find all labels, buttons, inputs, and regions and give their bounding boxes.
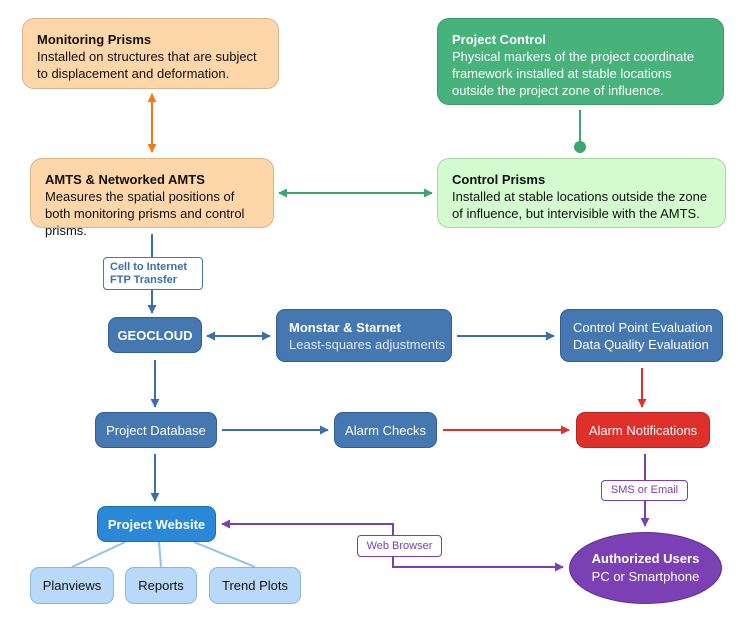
trend-plots-box: Trend Plots	[209, 567, 301, 604]
web-browser-label: Web Browser	[357, 535, 442, 557]
project-control-title: Project Control	[452, 32, 546, 47]
authorized-users-title: Authorized Users	[591, 551, 700, 566]
monstar-box: Monstar & Starnet Least-squares adjustme…	[276, 309, 452, 362]
evaluation-box: Control Point Evaluation Data Quality Ev…	[560, 309, 723, 362]
amts-title: AMTS & Networked AMTS	[45, 172, 205, 187]
project-database-box: Project Database	[95, 412, 217, 448]
connector-dot	[574, 141, 586, 153]
evaluation-line2: Data Quality Evaluation	[573, 336, 709, 352]
alarm-checks-box: Alarm Checks	[334, 412, 437, 448]
alarm-notifications-label: Alarm Notifications	[588, 422, 698, 438]
workflow-diagram: Monitoring Prisms Installed on structure…	[0, 0, 750, 623]
monstar-title: Monstar & Starnet	[289, 319, 401, 335]
amts-box: AMTS & Networked AMTS Measures the spati…	[30, 158, 274, 238]
line-website-reports	[158, 541, 162, 568]
reports-box: Reports	[125, 567, 197, 604]
reports-label: Reports	[138, 578, 184, 593]
control-prisms-text: Installed at stable locations outside th…	[452, 189, 708, 221]
authorized-users-text: PC or Smartphone	[591, 569, 700, 584]
line-website-trendplots	[193, 541, 256, 568]
control-prisms-box: Control Prisms Installed at stable locat…	[437, 158, 726, 228]
cell-label-line2: FTP Transfer	[110, 273, 178, 286]
monitoring-prisms-title: Monitoring Prisms	[37, 32, 152, 47]
project-control-text: Physical markers of the project coordina…	[452, 49, 695, 98]
evaluation-line1: Control Point Evaluation	[573, 319, 713, 335]
monstar-text: Least-squares adjustments	[289, 336, 446, 352]
amts-text: Measures the spatial positions of both m…	[45, 189, 245, 238]
cell-label-line1: Cell to Internet	[110, 260, 188, 273]
alarm-checks-label: Alarm Checks	[345, 422, 426, 438]
project-website-box[interactable]: Project Website	[97, 506, 216, 542]
control-prisms-title: Control Prisms	[452, 172, 546, 187]
sms-email-label: SMS or Email	[601, 480, 688, 501]
project-website-label: Project Website	[107, 516, 206, 532]
trend-plots-label: Trend Plots	[222, 578, 288, 593]
monitoring-prisms-text: Installed on structures that are subject…	[37, 49, 257, 81]
alarm-notifications-box: Alarm Notifications	[576, 412, 710, 448]
planviews-label: Planviews	[42, 578, 102, 593]
planviews-box: Planviews	[30, 567, 114, 604]
sms-label-text: SMS or Email	[610, 484, 679, 496]
line-website-planviews	[71, 541, 126, 568]
authorized-users-ellipse: Authorized Users PC or Smartphone	[569, 532, 722, 604]
monitoring-prisms-box: Monitoring Prisms Installed on structure…	[22, 18, 279, 89]
project-database-label: Project Database	[106, 422, 206, 438]
geocloud-label: GEOCLOUD	[117, 327, 193, 343]
geocloud-box: GEOCLOUD	[108, 317, 202, 353]
cell-ftp-label: Cell to Internet FTP Transfer	[103, 257, 203, 290]
project-control-box: Project Control Physical markers of the …	[437, 18, 724, 105]
web-browser-text: Web Browser	[366, 539, 433, 552]
